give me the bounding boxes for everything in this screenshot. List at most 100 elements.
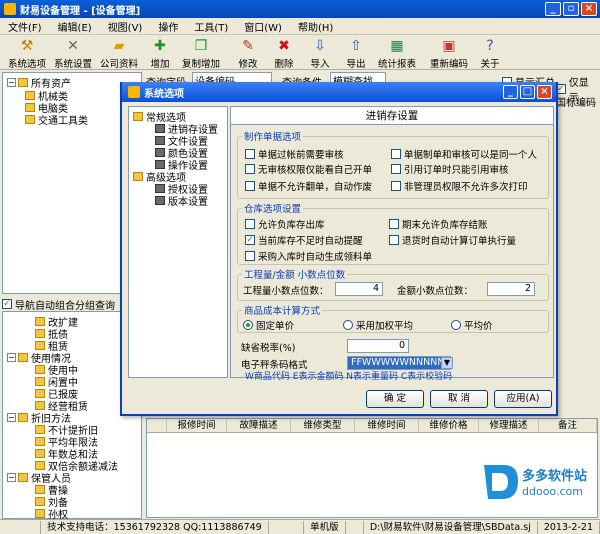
app-title: 财易设备管理 - [设备管理] bbox=[20, 5, 141, 17]
tree-node[interactable]: 孙权 bbox=[35, 508, 68, 521]
column-header[interactable]: 修理描述 bbox=[479, 419, 539, 432]
tree-node-vehicles[interactable]: 交通工具类 bbox=[25, 114, 88, 127]
delete-button[interactable]: ✖ 删除 bbox=[266, 35, 302, 70]
export-button[interactable]: ⇧ 导出 bbox=[338, 35, 374, 70]
folder-icon bbox=[35, 329, 45, 338]
opt-return-calc-order[interactable]: 退货时自动计算订单执行量 bbox=[389, 233, 516, 247]
doc-options-legend: 制作单据选项 bbox=[244, 132, 302, 143]
opt-own-docs-only[interactable]: 无审核权限仅能看自己开单 bbox=[245, 162, 372, 176]
radio-average-price[interactable]: 平均价 bbox=[451, 318, 493, 332]
radio-fixed-price[interactable]: 固定单价 bbox=[243, 318, 294, 332]
cost-method-legend: 商品成本计算方式 bbox=[244, 306, 321, 317]
opt-no-reverse[interactable]: 单据不允许翻单，自动作废 bbox=[245, 179, 372, 193]
book-icon bbox=[155, 160, 165, 169]
close-button[interactable]: × bbox=[581, 2, 597, 16]
column-header[interactable]: 维修类型 bbox=[291, 419, 355, 432]
column-header[interactable]: 维修价格 bbox=[419, 419, 479, 432]
asset-code-column: 国标编码 bbox=[556, 98, 596, 109]
menu-tools[interactable]: 工具(T) bbox=[186, 19, 236, 34]
menu-window[interactable]: 窗口(W) bbox=[236, 19, 290, 34]
about-button[interactable]: ? 关于 bbox=[472, 35, 508, 70]
main-titlebar: 财易设备管理 - [设备管理] _ ▫ × bbox=[0, 0, 600, 18]
dialog-maximize-button[interactable]: □ bbox=[520, 85, 535, 99]
watermark-url: ddooo.com bbox=[522, 485, 583, 498]
dialog-title: 系统选项 bbox=[144, 88, 184, 100]
folder-icon bbox=[35, 509, 45, 518]
dialog-close-button[interactable]: × bbox=[537, 85, 552, 99]
system-settings-button[interactable]: ✕ 系统设置 bbox=[50, 35, 96, 70]
qty-decimal-input[interactable]: 4 bbox=[335, 282, 383, 296]
minimize-button[interactable]: _ bbox=[545, 2, 561, 16]
status-support: 技术支持电话：15361792328 QQ:1113886749 bbox=[41, 520, 269, 534]
tree-node-version-settings[interactable]: 版本设置 bbox=[155, 195, 208, 208]
statistics-report-button[interactable]: ▦ 统计报表 bbox=[374, 35, 420, 70]
grid-header: 报修时间 故障描述 维修类型 维修时间 维修价格 修理描述 备注 bbox=[147, 419, 597, 433]
import-icon: ⇩ bbox=[314, 38, 326, 54]
statusbar: 技术支持电话：15361792328 QQ:1113886749 单机版 D:\… bbox=[0, 519, 600, 534]
barcode-hint: W商品代码 E表示金额码 N表示重量码 C表示校验码 bbox=[245, 372, 453, 382]
column-header[interactable]: 维修时间 bbox=[355, 419, 419, 432]
collapse-icon[interactable]: − bbox=[7, 353, 16, 362]
tree-node-all-assets[interactable]: − 所有资产 bbox=[7, 77, 71, 90]
dialog-titlebar: 系统选项 _ □ × bbox=[122, 82, 556, 102]
hammer-icon: ⚒ bbox=[20, 38, 34, 54]
edit-button[interactable]: ✎ 修改 bbox=[230, 35, 266, 70]
status-mode: 单机版 bbox=[304, 520, 346, 534]
toolbar: ⚒ 系统选项 ✕ 系统设置 ▰ 公司资料 ✚ 增加 ❐ 复制增加 ✎ 修改 ✖ … bbox=[0, 35, 600, 70]
opt-no-multi-print[interactable]: 非管理员权限不允许多次打印 bbox=[391, 179, 528, 193]
dialog-minimize-button[interactable]: _ bbox=[503, 85, 518, 99]
ok-button[interactable]: 确 定 bbox=[366, 390, 424, 408]
amount-decimal-input[interactable]: 2 bbox=[487, 282, 535, 296]
radio-weighted-average[interactable]: 采用加权平均 bbox=[343, 318, 413, 332]
column-header[interactable]: 故障描述 bbox=[227, 419, 291, 432]
opt-low-stock-reminder[interactable]: ✓ 当前库存不足时自动提醒 bbox=[245, 233, 363, 247]
apply-button[interactable]: 应用(A) bbox=[494, 390, 552, 408]
opt-negative-stock-close[interactable]: 期末允许负库存结账 bbox=[389, 217, 488, 231]
menu-edit[interactable]: 编辑(E) bbox=[50, 19, 100, 34]
nav-group-checkbox[interactable]: ✓ bbox=[2, 299, 12, 309]
folder-icon bbox=[35, 485, 45, 494]
copy-plus-icon: ❐ bbox=[194, 38, 208, 54]
copy-add-button[interactable]: ❐ 复制增加 bbox=[178, 35, 224, 70]
folder-icon bbox=[35, 365, 45, 374]
folder-icon: ▰ bbox=[113, 38, 125, 54]
folder-icon bbox=[35, 389, 45, 398]
folder-icon bbox=[35, 377, 45, 386]
system-options-button[interactable]: ⚒ 系统选项 bbox=[4, 35, 50, 70]
book-icon bbox=[155, 184, 165, 193]
collapse-icon[interactable]: − bbox=[7, 473, 16, 482]
opt-allow-negative-stock[interactable]: 允许负库存出库 bbox=[245, 217, 325, 231]
opt-audit-before-post[interactable]: 单据过帐前需要审核 bbox=[245, 147, 344, 161]
app-icon bbox=[4, 3, 16, 15]
column-header[interactable]: 备注 bbox=[539, 419, 597, 432]
menu-operate[interactable]: 操作 bbox=[150, 19, 186, 34]
opt-reference-audited[interactable]: 引用订单时只能引用审核 bbox=[391, 162, 509, 176]
warehouse-options-legend: 仓库选项设置 bbox=[244, 204, 302, 215]
restore-button[interactable]: ▫ bbox=[563, 2, 579, 16]
decimal-legend: 工程量/金额 小数点位数 bbox=[244, 270, 346, 281]
cancel-button[interactable]: 取 消 bbox=[430, 390, 488, 408]
plus-icon: ✚ bbox=[154, 38, 166, 54]
help-icon: ? bbox=[486, 38, 494, 54]
menu-file[interactable]: 文件(F) bbox=[0, 19, 50, 34]
book-icon bbox=[155, 148, 165, 157]
panel-title: 进销存设置 bbox=[231, 107, 553, 125]
folder-icon bbox=[18, 78, 28, 87]
opt-auto-picking-list[interactable]: 采购入库时自动生成领料单 bbox=[245, 249, 372, 263]
recode-button[interactable]: ▣ 重新编码 bbox=[426, 35, 472, 70]
menu-view[interactable]: 视图(V) bbox=[100, 19, 151, 34]
watermark-brand: 多多软件站 bbox=[522, 469, 588, 484]
chevron-down-icon[interactable]: ▼ bbox=[441, 357, 453, 369]
barcode-format-select[interactable]: FFWWWWWNNNNNC bbox=[347, 356, 451, 370]
column-header[interactable]: 报修时间 bbox=[167, 419, 227, 432]
import-button[interactable]: ⇩ 导入 bbox=[302, 35, 338, 70]
status-path: D:\财易软件\财易设备管理\SBData.sj bbox=[364, 520, 538, 534]
tax-rate-input[interactable]: 0 bbox=[347, 339, 409, 353]
folder-icon bbox=[35, 449, 45, 458]
opt-same-person-audit[interactable]: 单据制单和审核可以是同一个人 bbox=[391, 147, 537, 161]
collapse-icon[interactable]: − bbox=[7, 78, 16, 87]
collapse-icon[interactable]: − bbox=[7, 413, 16, 422]
add-button[interactable]: ✚ 增加 bbox=[142, 35, 178, 70]
menu-help[interactable]: 帮助(H) bbox=[290, 19, 341, 34]
company-info-button[interactable]: ▰ 公司资料 bbox=[96, 35, 142, 70]
